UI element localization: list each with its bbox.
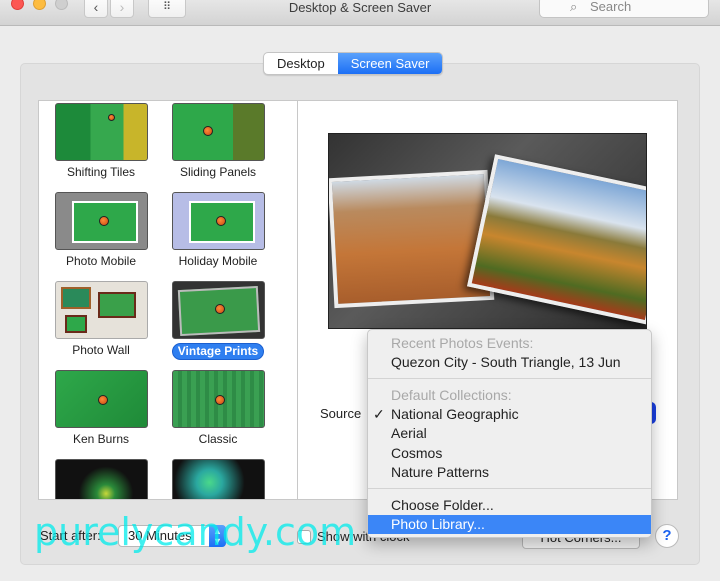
screen-saver-label: Holiday Mobile <box>178 254 258 268</box>
show-with-clock-checkbox[interactable] <box>297 530 311 544</box>
search-placeholder: Search <box>590 0 632 14</box>
arabesque-thumbnail <box>54 459 148 499</box>
menu-item-aerial[interactable]: Aerial <box>368 424 651 443</box>
ken-burns-thumbnail <box>54 370 148 428</box>
menu-item-photo-library[interactable]: Photo Library... <box>368 515 651 534</box>
menu-item-nature-patterns[interactable]: Nature Patterns <box>368 463 651 482</box>
checkmark-icon: ✓ <box>373 406 385 422</box>
menu-item-national-geographic[interactable]: ✓ National Geographic <box>368 405 651 424</box>
screen-saver-label: Photo Wall <box>72 343 130 357</box>
updown-chevron-icon: ▲ ▼ <box>209 525 226 547</box>
tab-screen-saver[interactable]: Screen Saver <box>337 53 443 74</box>
search-field[interactable]: ⌕ Search <box>539 0 709 18</box>
menu-item-choose-folder[interactable]: Choose Folder... <box>368 496 651 515</box>
screen-saver-label: Photo Mobile <box>65 254 137 268</box>
classic-thumbnail <box>171 370 265 428</box>
screen-saver-label: Ken Burns <box>72 432 130 446</box>
help-button[interactable]: ? <box>655 524 679 548</box>
screen-saver-item-shell[interactable] <box>170 459 266 499</box>
photo-mobile-thumbnail <box>54 192 148 250</box>
screen-saver-item-classic[interactable]: Classic <box>170 370 266 447</box>
menu-header-default: Default Collections: <box>391 387 512 403</box>
screen-saver-label: Vintage Prints <box>171 343 265 360</box>
screen-saver-item-photo-wall[interactable]: Photo Wall <box>53 281 149 358</box>
holiday-mobile-thumbnail <box>171 192 265 250</box>
start-after-value: 30 Minutes <box>128 528 192 543</box>
menu-header-recent: Recent Photos Events: <box>391 335 534 351</box>
menu-separator <box>368 378 651 379</box>
tab-desktop[interactable]: Desktop <box>264 53 338 74</box>
preview-print-desert <box>329 169 495 309</box>
screen-saver-preview <box>328 133 647 329</box>
screen-saver-item-photo-mobile[interactable]: Photo Mobile <box>53 192 149 269</box>
shifting-tiles-thumbnail <box>54 103 148 161</box>
sliding-panels-thumbnail <box>171 103 265 161</box>
shell-thumbnail <box>171 459 265 499</box>
tab-bar: Desktop Screen Saver <box>263 52 444 75</box>
screen-saver-label: Shifting Tiles <box>66 165 136 179</box>
screen-saver-item-shifting-tiles[interactable]: Shifting Tiles <box>53 103 149 180</box>
menu-item-recent-event[interactable]: Quezon City - South Triangle, 13 Jun <box>368 353 651 372</box>
screen-saver-item-arabesque[interactable] <box>53 459 149 499</box>
start-after-label: Start after: <box>40 528 101 543</box>
screen-saver-list[interactable]: Shifting Tiles Sliding Panels Photo Mobi… <box>38 100 298 500</box>
source-label: Source <box>320 406 362 421</box>
screen-saver-label: Classic <box>198 432 238 446</box>
photo-wall-thumbnail <box>54 281 148 339</box>
start-after-select[interactable]: 30 Minutes ▲ ▼ <box>118 525 226 547</box>
screen-saver-item-holiday-mobile[interactable]: Holiday Mobile <box>170 192 266 269</box>
menu-item-cosmos[interactable]: Cosmos <box>368 444 651 463</box>
question-mark-icon: ? <box>662 527 672 544</box>
title-bar: ‹ › ⠿ Desktop & Screen Saver ⌕ Search <box>0 0 720 26</box>
source-menu: Recent Photos Events: Quezon City - Sout… <box>367 329 652 538</box>
screen-saver-item-ken-burns[interactable]: Ken Burns <box>53 370 149 447</box>
vintage-prints-thumbnail <box>171 281 265 339</box>
screen-saver-item-vintage-prints[interactable]: Vintage Prints <box>170 281 266 360</box>
menu-separator <box>368 488 651 489</box>
screen-saver-label: Sliding Panels <box>179 165 257 179</box>
screen-saver-item-sliding-panels[interactable]: Sliding Panels <box>170 103 266 180</box>
search-icon: ⌕ <box>570 0 578 14</box>
